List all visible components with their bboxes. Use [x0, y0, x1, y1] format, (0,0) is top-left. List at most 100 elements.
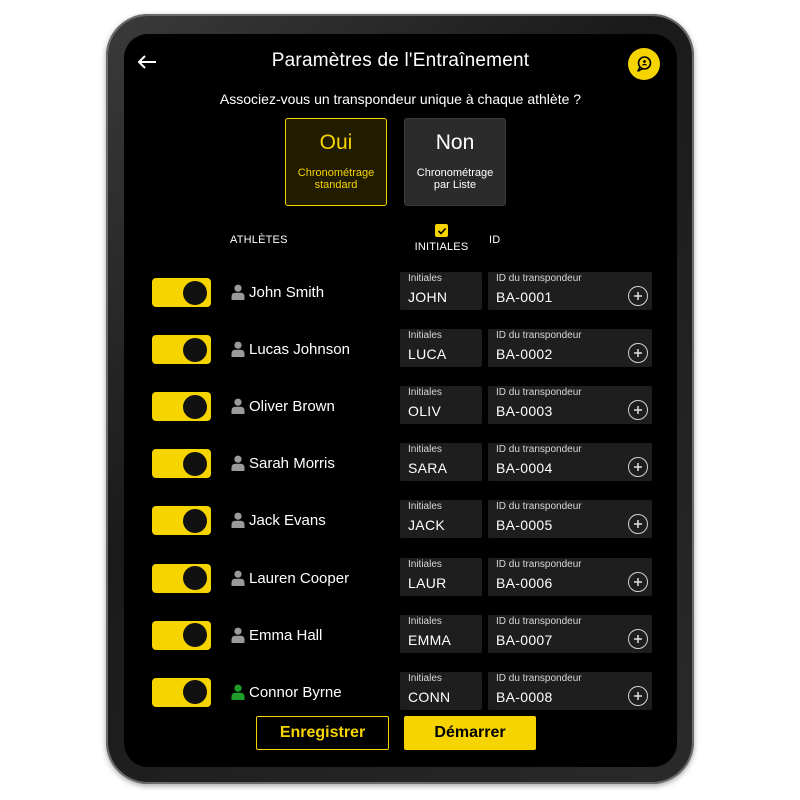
athlete-enabled-toggle[interactable] [152, 506, 211, 536]
add-transponder-button[interactable] [628, 457, 648, 478]
person-icon [231, 684, 245, 700]
athlete-name: Oliver Brown [249, 398, 335, 416]
transponder-value: BA-0002 [496, 346, 553, 363]
transponder-id-input[interactable]: ID du transpondeur BA-0001 [488, 272, 652, 310]
transponder-field-label: ID du transpondeur [496, 672, 582, 684]
initials-field-label: Initiales [408, 444, 442, 456]
person-icon [231, 570, 245, 586]
add-transponder-button[interactable] [628, 628, 648, 649]
athlete-enabled-toggle[interactable] [152, 335, 211, 365]
transponder-field-label: ID du transpondeur [496, 501, 582, 513]
athlete-enabled-toggle[interactable] [152, 278, 211, 307]
toggle-knob [183, 337, 207, 362]
transponder-field-label: ID du transpondeur [496, 615, 582, 627]
chat-bubble-icon [637, 56, 652, 72]
transponder-id-input[interactable]: ID du transpondeur BA-0006 [488, 557, 652, 596]
initials-field-label: Initiales [408, 501, 442, 513]
athlete-enabled-toggle[interactable] [152, 620, 211, 650]
initials-field-label: Initiales [408, 273, 442, 284]
add-transponder-button[interactable] [628, 571, 648, 592]
person-icon [231, 284, 245, 300]
athlete-row: Connor Byrne Initiales CONN ID du transp… [124, 671, 677, 714]
add-transponder-button[interactable] [628, 400, 648, 421]
initials-input[interactable]: Initiales JOHN [400, 272, 482, 310]
athlete-name: Lucas Johnson [249, 341, 350, 359]
initials-input[interactable]: Initiales CONN [400, 671, 482, 710]
toggle-knob [183, 566, 207, 590]
add-transponder-button[interactable] [628, 343, 648, 364]
plus-icon [634, 292, 642, 300]
choice-non-button[interactable]: Non Chronométrage par Liste [404, 118, 506, 206]
transponder-value: BA-0005 [496, 517, 553, 534]
add-transponder-button[interactable] [628, 514, 648, 535]
initials-input[interactable]: Initiales LUCA [400, 329, 482, 368]
athlete-enabled-toggle[interactable] [152, 449, 211, 479]
athlete-enabled-toggle[interactable] [152, 677, 211, 707]
initials-input[interactable]: Initiales EMMA [400, 614, 482, 653]
athlete-row: Lucas Johnson Initiales LUCA ID du trans… [124, 329, 677, 371]
choice-non-sub: Chronométrage par Liste [416, 167, 494, 191]
choice-oui-button[interactable]: Oui Chronométrage standard [285, 118, 387, 206]
athlete-enabled-toggle[interactable] [152, 392, 211, 422]
plus-icon [634, 691, 642, 700]
plus-icon [634, 463, 642, 472]
initials-value: LUCA [408, 346, 447, 363]
person-icon [231, 512, 245, 529]
athlete-name: John Smith [249, 284, 325, 301]
transponder-value: BA-0006 [496, 574, 553, 591]
transponder-id-input[interactable]: ID du transpondeur BA-0003 [488, 386, 652, 425]
transponder-value: BA-0004 [496, 460, 553, 477]
initiales-checkbox[interactable] [435, 224, 448, 237]
toggle-knob [183, 623, 207, 648]
transponder-field-label: ID du transpondeur [496, 387, 582, 399]
transponder-id-input[interactable]: ID du transpondeur BA-0004 [488, 443, 652, 482]
transponder-value: BA-0003 [496, 403, 553, 420]
initials-input[interactable]: Initiales SARA [400, 443, 482, 482]
athlete-name: Lauren Cooper [249, 569, 350, 587]
athlete-row: John Smith Initiales JOHN ID du transpon… [124, 272, 677, 314]
choice-oui-label: Oui [319, 131, 353, 154]
initials-field-label: Initiales [408, 330, 442, 342]
initials-input[interactable]: Initiales LAUR [400, 557, 482, 596]
transponder-id-input[interactable]: ID du transpondeur BA-0008 [488, 671, 652, 710]
transponder-field-label: ID du transpondeur [496, 558, 582, 570]
toggle-knob [183, 508, 207, 533]
athlete-name: Sarah Morris [249, 455, 335, 473]
initials-value: JOHN [408, 289, 448, 305]
chat-help-button[interactable] [628, 48, 660, 80]
add-transponder-button[interactable] [628, 286, 648, 306]
toggle-knob [183, 394, 207, 419]
save-button[interactable]: Enregistrer [256, 716, 389, 750]
add-transponder-button[interactable] [628, 685, 648, 706]
person-icon [231, 455, 245, 472]
start-button[interactable]: Démarrer [404, 716, 536, 750]
athlete-row: Lauren Cooper Initiales LAUR ID du trans… [124, 557, 677, 600]
transponder-id-input[interactable]: ID du transpondeur BA-0007 [488, 614, 652, 653]
person-icon [231, 398, 245, 415]
transponder-field-label: ID du transpondeur [496, 330, 582, 342]
initials-field-label: Initiales [408, 558, 442, 570]
transponder-id-input[interactable]: ID du transpondeur BA-0005 [488, 500, 652, 539]
initials-value: JACK [408, 517, 445, 534]
transponder-value: BA-0007 [496, 631, 553, 648]
initials-field-label: Initiales [408, 615, 442, 627]
transponder-id-input[interactable]: ID du transpondeur BA-0002 [488, 329, 652, 368]
initials-input[interactable]: Initiales OLIV [400, 386, 482, 425]
app-screen: Paramètres de l'Entraînement Associez-vo… [124, 34, 677, 767]
choice-non-label: Non [435, 131, 475, 154]
transponder-question: Associez-vous un transpondeur unique à c… [219, 91, 582, 107]
initials-input[interactable]: Initiales JACK [400, 500, 482, 539]
column-header-id: ID [489, 234, 501, 246]
person-icon [231, 627, 245, 643]
athlete-row: Sarah Morris Initiales SARA ID du transp… [124, 443, 677, 485]
toggle-knob [183, 680, 207, 705]
transponder-value: BA-0008 [496, 688, 553, 705]
initials-field-label: Initiales [408, 387, 442, 399]
athlete-name: Connor Byrne [249, 683, 342, 701]
athlete-enabled-toggle[interactable] [152, 563, 211, 593]
toggle-knob [183, 451, 207, 476]
transponder-field-label: ID du transpondeur [496, 444, 582, 456]
transponder-field-label: ID du transpondeur [496, 273, 582, 284]
column-header-athletes: ATHLÈTES [230, 234, 288, 246]
athlete-name: Emma Hall [249, 626, 323, 644]
